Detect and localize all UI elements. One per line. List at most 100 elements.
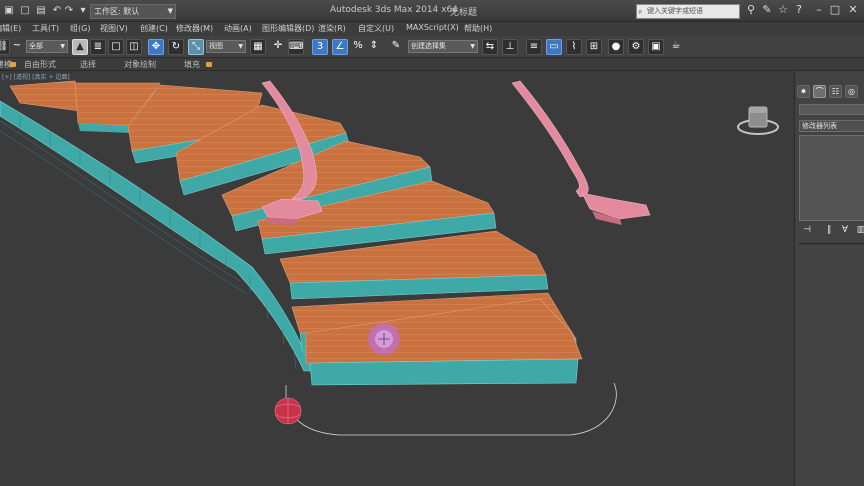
align-icon[interactable]: ⊥ [502,39,518,55]
named-selection-dropdown[interactable]: 创建选择集 ▼ [408,40,478,53]
main-toolbar: ⛓ ~ 全部 ▼ ▲ ≣ □ ◫ ✥ ↻ ⤡ 视图 ▼ ▦ ✛ ⌨ 3 ∠ % … [0,36,864,58]
select-move-icon[interactable]: ✥ [148,39,164,55]
search-input[interactable]: ⌕ 键入关键字或短语 [636,4,740,19]
reference-coord-value: 视图 [209,42,223,50]
object-name-field[interactable] [799,104,864,115]
menu-edit[interactable]: 编辑(E) [0,23,21,34]
named-selection-value: 创建选择集 [411,42,446,50]
show-end-result-icon[interactable]: ∥ [823,224,835,236]
pin-stack-icon[interactable]: ⊣ [801,224,813,236]
hierarchy-tab-icon[interactable]: ☷ [829,85,842,98]
search-icon: ⌕ [638,7,643,16]
create-tab-icon[interactable]: ✷ [797,85,810,98]
select-scale-icon[interactable]: ⤡ [188,39,204,55]
layer-manager-icon[interactable]: ≡ [526,39,542,55]
menu-graph-editors[interactable]: 图形编辑器(D) [262,23,314,34]
open-file-icon[interactable]: ▤ [34,4,48,18]
workspace-label: 工作区: 默认 [94,7,140,16]
modifier-list-dropdown[interactable]: 修改器列表 [799,120,864,132]
keyboard-shortcut-icon[interactable]: ⌨ [288,39,304,55]
select-object-icon[interactable]: ▲ [72,39,88,55]
mirror-icon[interactable]: ⇆ [482,39,498,55]
render-production-icon[interactable]: ☕ [668,39,684,55]
command-panel: ✷ ⌒ ☷ ◎ 修改器列表 ⊣ ∥ ∀ ▥ [794,71,864,486]
graphite-ribbon: 建模 自由形式 选择 对象绘制 填充 [0,58,864,71]
wrench-icon[interactable]: ✎ [760,3,774,17]
reference-coord-dropdown[interactable]: 视图 ▼ [206,40,246,53]
selection-sphere [274,397,302,425]
select-by-name-icon[interactable]: ≣ [90,39,106,55]
binoculars-icon[interactable]: ⚲ [744,3,758,17]
menu-create[interactable]: 创建(C) [140,23,168,34]
make-unique-icon[interactable]: ∀ [839,224,851,236]
window-crossing-icon[interactable]: ◫ [126,39,142,55]
workspace-dropdown[interactable]: 工作区: 默认 ▼ [90,4,176,19]
snaps-toggle-icon[interactable]: 3 [312,39,328,55]
star-icon[interactable]: ☆ [776,3,790,17]
pivot-center-icon[interactable]: ▦ [250,39,266,55]
ribbon-tab-selection[interactable]: 选择 [80,59,96,70]
help-icon[interactable]: ? [792,3,806,17]
curve-editor-icon[interactable]: ⌇ [566,39,582,55]
rectangular-selection-icon[interactable]: □ [108,39,124,55]
ribbon-tab-populate[interactable]: 填充 [184,59,200,70]
chevron-down-icon: ▼ [238,43,243,50]
selection-filter-dropdown[interactable]: 全部 ▼ [26,40,68,53]
modify-tab-icon[interactable]: ⌒ [813,85,826,98]
menu-group[interactable]: 组(G) [70,23,90,34]
bind-space-warp-icon[interactable]: ~ [12,39,22,55]
perspective-viewport[interactable]: [+] [透视] [真实 + 边面] [0,71,794,486]
menu-bar: 编辑(E) 工具(T) 组(G) 视图(V) 创建(C) 修改器(M) 动画(A… [0,22,864,36]
ribbon-tab-object-paint[interactable]: 对象绘制 [124,59,156,70]
angle-snap-icon[interactable]: ∠ [332,39,348,55]
chevron-down-icon: ▼ [60,43,65,50]
command-panel-tabs: ✷ ⌒ ☷ ◎ [797,85,864,99]
menu-modifiers[interactable]: 修改器(M) [176,23,213,34]
viewcube-icon[interactable] [736,101,784,139]
panel-divider [799,243,864,245]
unlink-icon[interactable]: ⛓ [0,39,10,55]
edit-named-selection-icon[interactable]: ✎ [388,39,404,55]
minimize-icon[interactable]: – [812,3,826,17]
app-logo-icon[interactable]: ▣ [2,4,16,18]
redo-icon[interactable]: ↷ [62,4,76,18]
ribbon-modeling-icon [10,62,16,67]
stair-scene [0,80,651,436]
menu-animation[interactable]: 动画(A) [224,23,252,34]
chevron-down-icon: ▼ [167,7,173,15]
select-rotate-icon[interactable]: ↻ [168,39,184,55]
modifier-list-label: 修改器列表 [802,122,837,130]
modifier-stack-tools: ⊣ ∥ ∀ ▥ [799,224,864,237]
menu-help[interactable]: 帮助(H) [464,23,492,34]
menu-rendering[interactable]: 渲染(R) [318,23,346,34]
select-manipulate-icon[interactable]: ✛ [270,39,286,55]
percent-snap-icon[interactable]: % [350,39,366,55]
search-placeholder: 键入关键字或短语 [647,7,703,15]
spinner-snap-icon[interactable]: ⇕ [366,39,382,55]
close-icon[interactable]: ✕ [846,3,860,17]
menu-maxscript[interactable]: MAXScript(X) [406,23,459,32]
modifier-stack[interactable] [799,135,864,221]
floor-spline [285,382,617,436]
ribbon-tab-freeform[interactable]: 自由形式 [24,59,56,70]
maximize-icon[interactable]: □ [828,3,842,17]
render-setup-icon[interactable]: ⚙ [628,39,644,55]
menu-tools[interactable]: 工具(T) [32,23,59,34]
title-bar: ▣ □ ▤ ↶ ↷ ▾ 工作区: 默认 ▼ Autodesk 3ds Max 2… [0,0,864,22]
menu-customize[interactable]: 自定义(U) [358,23,394,34]
new-file-icon[interactable]: □ [18,4,32,18]
selection-filter-value: 全部 [29,42,43,50]
transform-gizmo [368,323,400,355]
schematic-view-icon[interactable]: ⊞ [586,39,602,55]
hold-icon[interactable]: ▾ [76,4,90,18]
motion-tab-icon[interactable]: ◎ [845,85,858,98]
graphite-ribbon-icon[interactable]: ▭ [546,39,562,55]
rendered-frame-icon[interactable]: ▣ [648,39,664,55]
configure-sets-icon[interactable]: ▥ [855,224,864,236]
material-editor-icon[interactable]: ● [608,39,624,55]
ribbon-populate-icon [206,62,212,67]
viewport-label[interactable]: [+] [透视] [真实 + 边面] [2,72,70,81]
menu-views[interactable]: 视图(V) [100,23,128,34]
file-name: 无标题 [450,8,478,18]
chevron-down-icon: ▼ [470,43,475,50]
